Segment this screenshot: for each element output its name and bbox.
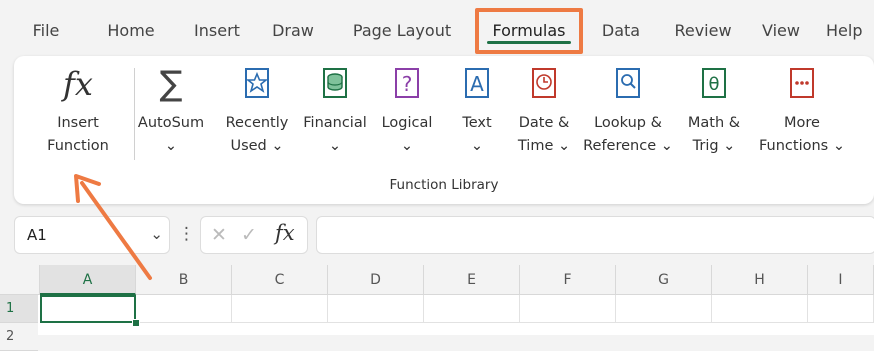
autosum-button[interactable]: ∑ AutoSum ⌄ [130, 56, 212, 158]
tab-home[interactable]: Home [96, 10, 166, 50]
fill-handle[interactable] [132, 319, 140, 327]
tab-file[interactable]: File [20, 10, 72, 50]
svg-text:θ: θ [708, 74, 719, 95]
clock-book-icon [531, 56, 557, 112]
row-header-2[interactable]: 2 [0, 323, 38, 351]
star-book-icon [244, 56, 270, 112]
formulas-ribbon: fx Insert Function ∑ AutoSum ⌄ Recently … [14, 56, 874, 204]
coins-book-icon [322, 56, 348, 112]
cell-h1[interactable] [712, 295, 808, 323]
formula-bar: A1 ⌄ ⋮ ✕ ✓ fx [14, 216, 874, 258]
text-dropdown: ⌄ [470, 138, 484, 154]
text-label: Text [462, 115, 492, 131]
fx-icon: fx [63, 65, 93, 103]
column-header-a[interactable]: A [40, 265, 136, 295]
recently-used-button[interactable]: Recently Used ⌄ [218, 56, 296, 158]
column-header-c[interactable]: C [232, 265, 328, 295]
logical-button[interactable]: ? Logical ⌄ [374, 56, 440, 158]
chevron-down-icon[interactable]: ⌄ [150, 225, 163, 243]
formula-buttons: ✕ ✓ fx [200, 216, 308, 254]
lookup-reference-label: Lookup & [594, 115, 662, 131]
financial-dropdown: ⌄ [328, 138, 342, 154]
function-library-group-label: Function Library [389, 177, 499, 193]
tab-review[interactable]: Review [664, 10, 742, 50]
insert-function-fx-icon[interactable]: fx [275, 221, 295, 245]
more-functions-label: More [784, 115, 820, 131]
ribbon-tabs: File Home Insert Draw Page Layout Formul… [0, 0, 874, 54]
cancel-icon[interactable]: ✕ [211, 224, 227, 246]
formula-input[interactable] [316, 216, 874, 254]
insert-function-label-line2: Function [47, 138, 109, 154]
autosum-label: AutoSum [137, 115, 205, 131]
question-book-icon: ? [394, 56, 420, 112]
logical-dropdown: ⌄ [400, 138, 414, 154]
tab-draw[interactable]: Draw [262, 10, 324, 50]
formulas-tab-highlight-box [475, 8, 583, 54]
recently-used-label2: Used ⌄ [230, 138, 284, 154]
row-header-1[interactable]: 1 [0, 295, 38, 323]
theta-book-icon: θ [701, 56, 727, 112]
date-time-label2: Time ⌄ [517, 138, 571, 154]
cell-i1[interactable] [808, 295, 874, 323]
name-box[interactable]: A1 ⌄ [14, 216, 170, 254]
cell-c1[interactable] [232, 295, 328, 323]
autosum-dropdown: ⌄ [164, 138, 178, 154]
cell-d1[interactable] [328, 295, 424, 323]
more-options-icon[interactable]: ⋮ [178, 224, 195, 244]
tab-view[interactable]: View [752, 10, 810, 50]
cell-a1-selected[interactable] [40, 295, 136, 323]
math-trig-label2: Trig ⌄ [692, 138, 736, 154]
svg-text:?: ? [402, 72, 413, 96]
cell-b1[interactable] [136, 295, 232, 323]
enter-check-icon[interactable]: ✓ [241, 224, 257, 246]
worksheet-grid: A B C D E F G H I 1 2 [0, 265, 874, 351]
financial-label: Financial [303, 115, 367, 131]
lookup-reference-button[interactable]: Lookup & Reference ⌄ [580, 56, 676, 158]
cell-g1[interactable] [616, 295, 712, 323]
column-header-b[interactable]: B [136, 265, 232, 295]
tab-data[interactable]: Data [590, 10, 652, 50]
column-header-i[interactable]: I [808, 265, 874, 295]
logical-label: Logical [381, 115, 433, 131]
more-functions-book-icon [789, 56, 815, 112]
tab-help[interactable]: Help [826, 10, 874, 50]
insert-function-button[interactable]: fx Insert Function [38, 56, 118, 158]
financial-button[interactable]: Financial ⌄ [298, 56, 372, 158]
recently-used-label: Recently [225, 115, 289, 131]
tab-page-layout[interactable]: Page Layout [338, 10, 466, 50]
date-time-label: Date & [518, 115, 570, 131]
select-all-corner[interactable] [0, 265, 40, 295]
math-trig-button[interactable]: θ Math & Trig ⌄ [680, 56, 748, 158]
column-header-f[interactable]: F [520, 265, 616, 295]
tab-insert[interactable]: Insert [182, 10, 252, 50]
column-header-h[interactable]: H [712, 265, 808, 295]
cell-e1[interactable] [424, 295, 520, 323]
letter-a-book-icon: A [464, 56, 490, 112]
date-time-button[interactable]: Date & Time ⌄ [508, 56, 580, 158]
text-button[interactable]: A Text ⌄ [450, 56, 504, 158]
sigma-icon: ∑ [159, 64, 183, 104]
more-functions-label2: Functions ⌄ [759, 138, 845, 154]
column-header-e[interactable]: E [424, 265, 520, 295]
name-box-value: A1 [27, 226, 47, 244]
column-header-g[interactable]: G [616, 265, 712, 295]
cell-f1[interactable] [520, 295, 616, 323]
math-trig-label: Math & [687, 115, 741, 131]
column-header-d[interactable]: D [328, 265, 424, 295]
more-functions-button[interactable]: More Functions ⌄ [754, 56, 850, 158]
insert-function-label-line1: Insert [57, 115, 99, 131]
svg-text:A: A [470, 72, 484, 96]
magnifier-book-icon [615, 56, 641, 112]
lookup-reference-label2: Reference ⌄ [583, 138, 673, 154]
